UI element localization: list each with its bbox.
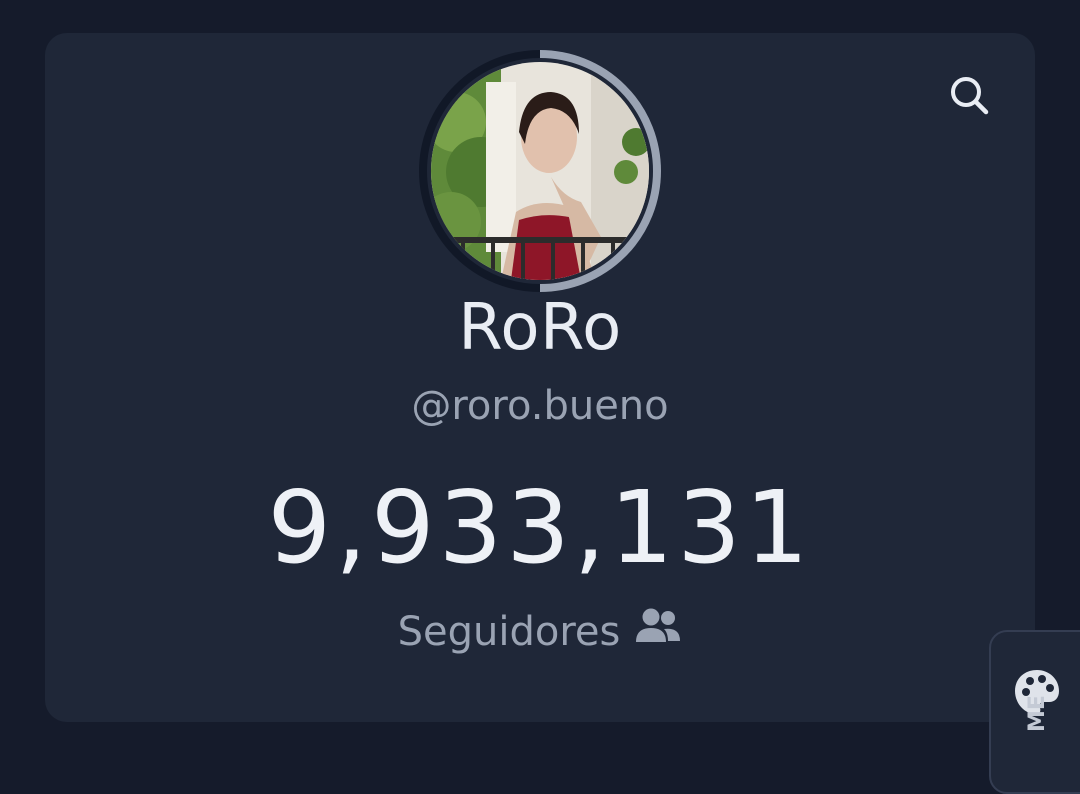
followers-label: Seguidores	[397, 609, 621, 655]
profile-photo	[431, 62, 649, 280]
theme-toggle-tab[interactable]: ME	[989, 630, 1080, 794]
avatar[interactable]	[417, 48, 663, 294]
followers-row: Seguidores	[0, 606, 1080, 658]
users-icon	[634, 606, 682, 658]
profile-name: RoRo	[458, 291, 622, 365]
search-icon	[948, 74, 992, 122]
follower-count: 9,933,131	[267, 469, 813, 586]
theme-tab-label: ME	[1025, 695, 1050, 732]
profile-handle: @roro.bueno	[411, 383, 669, 429]
search-button[interactable]	[946, 74, 994, 122]
